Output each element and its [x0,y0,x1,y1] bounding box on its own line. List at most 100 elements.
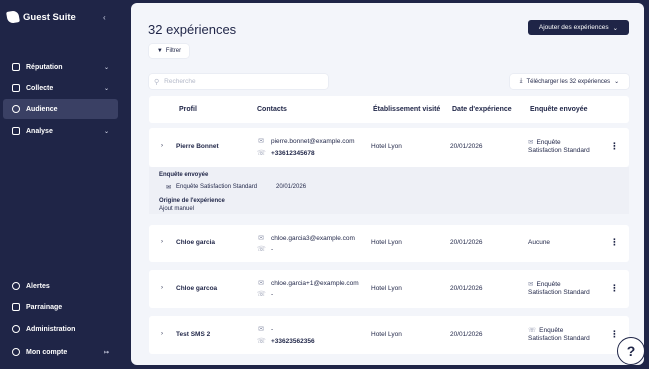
filter-button[interactable]: ▼ Filtrer [149,44,189,58]
column-header-etablissement: Établissement visité [373,106,441,113]
sidebar-item-reputation[interactable]: Réputation ⌄ [3,57,118,77]
experience-date: 20/01/2026 [450,285,483,292]
survey-status: ☏ Enquête Satisfaction Standard [528,327,590,342]
logout-icon[interactable]: ↦ [104,349,109,356]
sidebar: Guest Suite ‹ Réputation ⌄ Collecte ⌄ Au… [0,0,126,369]
sidebar-item-label: Audience [26,105,58,113]
column-header-contacts: Contacts [257,106,287,113]
phone-icon: ☏ [257,246,266,253]
download-label: Télécharger les 32 expériences [526,78,611,85]
more-options-icon[interactable]: ⋮ [610,283,619,294]
mail-icon: ✉ [528,281,534,288]
table-row[interactable]: › Pierre Bonnet ✉ pierre.bonnet@example.… [149,128,629,167]
help-label: ? [626,343,636,359]
contact-email: ✉ pierre.bonnet@example.com [258,137,355,146]
mail-icon: ✉ [528,139,534,146]
add-experiences-button[interactable]: Ajouter des expériences ⌄ [528,20,629,35]
brand-logo[interactable]: Guest Suite [6,10,76,24]
chevron-down-icon: ⌄ [612,24,619,32]
sidebar-item-collecte[interactable]: Collecte ⌄ [3,78,118,98]
origin-value: Ajout manuel [159,206,195,212]
experience-date: 20/01/2026 [450,143,483,150]
sidebar-item-administration[interactable]: Administration [3,319,118,339]
contact-email: ✉ chloe.garcia+1@example.com [258,279,359,288]
table-row[interactable]: › Chloe garcia ✉ chloe.garcia3@example.c… [149,225,629,262]
contact-email: ✉ - [258,325,274,334]
column-header-profil: Profil [179,106,197,113]
phone-icon: ☏ [257,150,266,157]
chevron-right-icon[interactable]: › [161,331,163,337]
sidebar-item-mon-compte[interactable]: Mon compte ↦ [3,342,118,362]
referral-icon [12,303,20,311]
sidebar-item-label: Alertes [26,282,50,290]
more-options-icon[interactable]: ⋮ [610,237,619,248]
sidebar-item-label: Mon compte [26,348,68,356]
survey-sent-date: 20/01/2026 [276,184,307,190]
sidebar-item-label: Administration [26,325,76,333]
help-button[interactable]: ? [617,337,645,365]
survey-sent-value: Enquête Satisfaction Standard [176,184,258,190]
column-header-date: Date d'expérience [452,106,512,113]
profile-name: Pierre Bonnet [176,143,219,150]
download-button[interactable]: ⤓ Télécharger les 32 expériences ⌄ [510,74,629,89]
collapse-sidebar-icon[interactable]: ‹ [103,13,106,22]
mail-icon: ✉ [258,280,264,287]
experience-date: 20/01/2026 [450,331,483,338]
main-panel: 32 expériences Ajouter des expériences ⌄… [131,3,644,365]
contact-phone: ☏ +33623562356 [257,337,315,346]
more-options-icon[interactable]: ⋮ [610,329,619,340]
establishment: Hotel Lyon [371,285,402,292]
chevron-down-icon: ⌄ [103,64,109,71]
establishment: Hotel Lyon [371,143,402,150]
chevron-right-icon[interactable]: › [161,285,163,291]
filter-label: Filtrer [165,48,182,54]
more-options-icon[interactable]: ⋮ [610,141,619,152]
origin-label: Origine de l'expérience [159,198,225,204]
survey-status: Aucune [528,239,551,246]
chart-icon [12,127,20,135]
table-row[interactable]: › Test SMS 2 ✉ - ☏ +33623562356 Hotel Ly… [149,316,629,354]
chevron-right-icon[interactable]: › [161,143,163,149]
column-header-enquete: Enquête envoyée [530,106,588,113]
sidebar-item-analyse[interactable]: Analyse ⌄ [3,121,118,141]
mail-icon: ✉ [258,235,264,242]
sidebar-item-parrainage[interactable]: Parrainage [3,297,118,317]
sidebar-item-label: Collecte [26,84,54,92]
search-icon: ⚲ [154,78,160,86]
download-icon: ⤓ [519,78,523,84]
profile-name: Test SMS 2 [176,331,211,338]
phone-icon: ☏ [257,291,266,298]
sidebar-item-audience[interactable]: Audience [3,99,118,119]
chevron-right-icon[interactable]: › [161,239,163,245]
survey-status: ✉ Enquête Satisfaction Standard [528,139,590,154]
survey-status: ✉ Enquête Satisfaction Standard [528,281,590,296]
gear-icon [12,325,20,333]
sidebar-item-label: Analyse [26,127,53,135]
phone-icon: ☏ [528,327,537,334]
profile-name: Chloe garcia [176,239,216,246]
account-icon [12,348,20,356]
chevron-down-icon: ⌄ [614,79,620,85]
bell-icon [12,282,20,290]
chevron-down-icon: ⌄ [103,85,109,92]
contact-phone: ☏ - [257,245,274,254]
mail-icon: ✉ [258,326,264,333]
profile-name: Chloe garcoa [176,285,218,292]
phone-icon: ☏ [257,338,266,345]
table-header: Profil Contacts Établissement visité Dat… [149,96,629,123]
contact-phone: ☏ +33612345678 [257,149,315,158]
star-icon [12,63,20,71]
mail-icon: ✉ [166,185,172,191]
contact-email: ✉ chloe.garcia3@example.com [258,234,355,243]
experience-date: 20/01/2026 [450,239,483,246]
guest-suite-logo-icon [6,10,20,24]
sidebar-item-alertes[interactable]: Alertes [3,276,118,296]
chevron-down-icon: ⌄ [103,128,109,135]
establishment: Hotel Lyon [371,331,402,338]
brand-name: Guest Suite [23,11,76,23]
search-input[interactable] [164,78,315,85]
search-box: ⚲ [149,74,328,89]
sidebar-item-label: Réputation [26,63,63,71]
table-row[interactable]: › Chloe garcoa ✉ chloe.garcia+1@example.… [149,270,629,308]
mail-icon: ✉ [258,138,264,145]
